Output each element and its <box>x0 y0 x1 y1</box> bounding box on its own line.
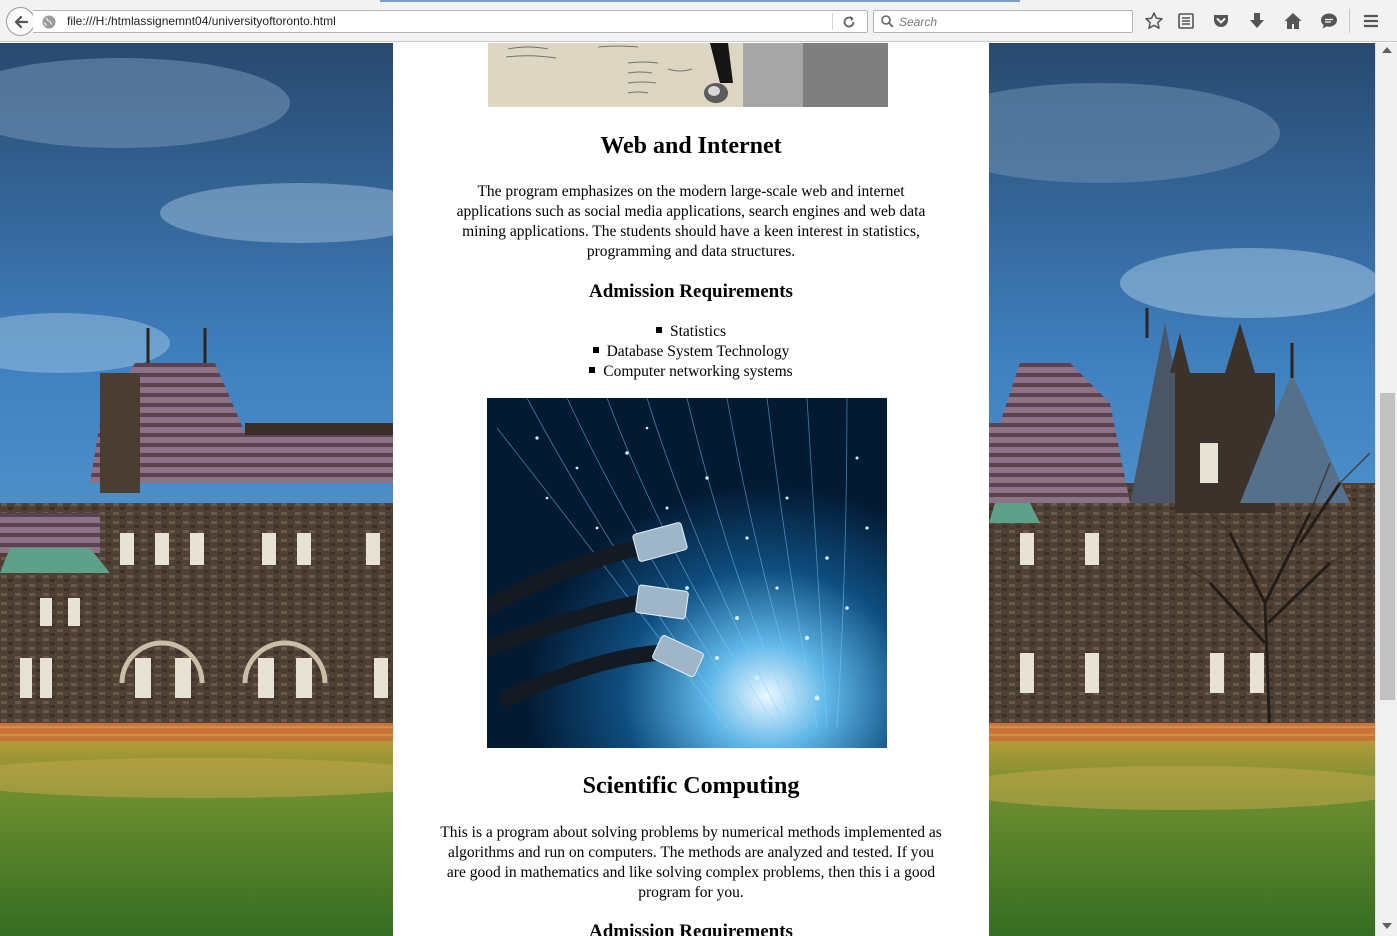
web-internet-title: Web and Internet <box>600 133 782 159</box>
scroll-down-arrow-icon[interactable] <box>1382 923 1392 929</box>
notes-and-shoe-image <box>488 43 888 107</box>
requirement-text: Statistics <box>670 323 726 340</box>
scientific-computing-description: This is a program about solving problems… <box>393 823 989 903</box>
description-line: are good in mathematics and like solving… <box>446 864 936 881</box>
description-line: mining applications. The students should… <box>462 223 920 240</box>
scroll-up-arrow-icon[interactable] <box>1382 47 1392 53</box>
description-line: This is a program about solving problems… <box>440 824 942 841</box>
search-bar[interactable]: Search <box>873 10 1133 33</box>
tab-indicator <box>380 0 1020 2</box>
url-divider <box>832 13 833 30</box>
toolbar-separator <box>1349 9 1350 33</box>
home-icon[interactable] <box>1283 11 1303 31</box>
notes-sketch-graphic <box>488 43 888 107</box>
reload-icon[interactable] <box>841 14 857 30</box>
browser-toolbar: file:///H:/htmlassignemnt04/universityof… <box>0 0 1397 42</box>
list-item: Database System Technology <box>393 342 989 362</box>
requirement-text: Computer networking systems <box>603 363 793 380</box>
address-bar[interactable]: file:///H:/htmlassignemnt04/universityof… <box>33 10 868 33</box>
fiber-optic-graphic <box>487 398 887 748</box>
search-placeholder: Search <box>899 15 938 29</box>
description-line: The program emphasizes on the modern lar… <box>477 183 905 200</box>
web-internet-description: The program emphasizes on the modern lar… <box>393 182 989 262</box>
url-text: file:///H:/htmlassignemnt04/universityof… <box>67 14 336 28</box>
admission-requirements-heading: Admission Requirements <box>589 921 793 936</box>
list-item: Computer networking systems <box>393 362 989 382</box>
network-cable-image <box>487 398 887 748</box>
pocket-icon[interactable] <box>1211 11 1231 31</box>
description-line: applications such as social media applic… <box>456 203 926 220</box>
menu-icon[interactable] <box>1361 11 1381 31</box>
back-arrow-icon <box>14 15 29 29</box>
search-icon <box>881 15 894 28</box>
admission-requirements-list: Statistics Database System Technology Co… <box>393 322 989 382</box>
download-icon[interactable] <box>1247 11 1267 31</box>
reading-list-icon[interactable] <box>1176 11 1196 31</box>
back-button[interactable] <box>6 7 35 36</box>
admission-requirements-heading: Admission Requirements <box>589 281 793 302</box>
bookmark-star-icon[interactable] <box>1144 11 1164 31</box>
description-line: program for you. <box>638 884 744 901</box>
globe-icon <box>42 15 56 29</box>
scroll-thumb[interactable] <box>1380 393 1395 700</box>
vertical-scrollbar[interactable] <box>1375 43 1397 936</box>
description-line: programming and data structures. <box>586 243 796 260</box>
page-viewport: Web and Internet The program emphasizes … <box>0 43 1375 936</box>
list-item: Statistics <box>393 322 989 342</box>
scientific-computing-title: Scientific Computing <box>582 773 800 799</box>
requirement-text: Database System Technology <box>606 343 790 360</box>
content-panel: Web and Internet The program emphasizes … <box>393 43 989 936</box>
description-line: algorithms and run on computers. The met… <box>447 844 935 861</box>
chat-icon[interactable] <box>1319 11 1339 31</box>
